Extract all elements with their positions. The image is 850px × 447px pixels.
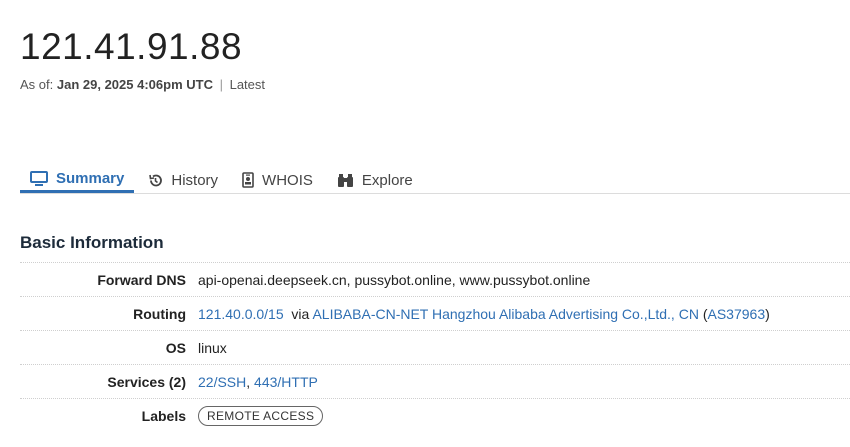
labels-value: REMOTE ACCESS	[198, 405, 324, 426]
labels-row: Labels REMOTE ACCESS	[20, 398, 850, 432]
via-text: via	[291, 305, 310, 322]
row-label: Services (2)	[107, 373, 186, 390]
tab-label: WHOIS	[262, 171, 313, 189]
tab-explore[interactable]: Explore	[327, 160, 423, 193]
row-label: Routing	[133, 305, 186, 322]
section-title: Basic Information	[20, 233, 164, 252]
latest-label: Latest	[229, 77, 266, 92]
network-link[interactable]: ALIBABA-CN-NET Hangzhou Alibaba Advertis…	[312, 306, 698, 322]
tab-label: History	[171, 171, 219, 189]
row-label: OS	[165, 339, 186, 356]
as-of-label: As of:	[20, 77, 54, 92]
page-title: 121.41.91.88	[20, 26, 243, 67]
tab-label: Summary	[56, 170, 125, 187]
os-row: OS linux	[20, 330, 850, 364]
id-badge-icon	[242, 172, 254, 188]
service-separator: ,	[246, 373, 251, 390]
basic-info-table: Forward DNS api-openai.deepseek.cn, puss…	[20, 262, 850, 432]
services-value: 22/SSH, 443/HTTP	[198, 374, 318, 390]
tab-label: Explore	[361, 171, 413, 189]
routing-prefix-link[interactable]: 121.40.0.0/15	[198, 306, 284, 322]
forward-dns-value: api-openai.deepseek.cn, pussybot.online,…	[198, 271, 591, 288]
binoculars-icon	[337, 173, 354, 188]
close-paren: )	[765, 305, 770, 322]
tab-history[interactable]: History	[138, 160, 228, 193]
os-value: linux	[198, 339, 227, 356]
tab-bar: Summary History WHOIS Explore	[20, 160, 850, 194]
row-label: Labels	[141, 407, 186, 424]
tab-summary[interactable]: Summary	[20, 160, 135, 193]
service-link-ssh[interactable]: 22/SSH	[198, 374, 246, 390]
tab-whois[interactable]: WHOIS	[232, 160, 323, 193]
forward-dns-row: Forward DNS api-openai.deepseek.cn, puss…	[20, 262, 850, 296]
row-label: Forward DNS	[97, 271, 186, 288]
history-icon	[148, 173, 163, 188]
monitor-icon	[30, 170, 48, 187]
routing-row: Routing 121.40.0.0/15 via ALIBABA-CN-NET…	[20, 296, 850, 330]
as-of-date: Jan 29, 2025 4:06pm UTC	[56, 77, 213, 92]
services-row: Services (2) 22/SSH, 443/HTTP	[20, 364, 850, 398]
routing-value: 121.40.0.0/15 via ALIBABA-CN-NET Hangzho…	[198, 306, 770, 322]
service-link-http[interactable]: 443/HTTP	[254, 374, 318, 390]
as-of-separator: |	[219, 77, 223, 92]
remote-access-badge[interactable]: REMOTE ACCESS	[198, 405, 324, 426]
as-of-line: As of: Jan 29, 2025 4:06pm UTC | Latest	[20, 77, 265, 92]
asn-link[interactable]: AS37963	[708, 306, 766, 322]
